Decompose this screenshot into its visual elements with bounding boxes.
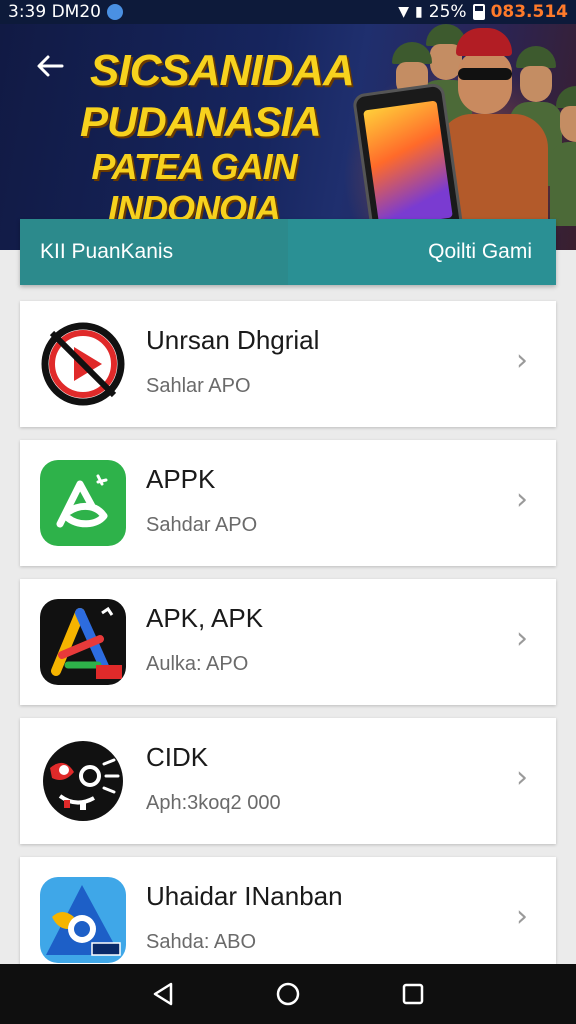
app-subtitle: Sahda: ABO: [146, 931, 257, 953]
nav-back-button[interactable]: [143, 974, 183, 1014]
list-item[interactable]: APK, APK Aulka: APO ›: [20, 579, 556, 705]
arrow-left-icon: [37, 55, 64, 77]
status-counter: 083.514: [490, 2, 568, 22]
chevron-right-icon: ›: [516, 760, 528, 795]
tab-right[interactable]: Qoilti Gami: [288, 219, 556, 285]
list-item[interactable]: Unrsan Dhgrial Sahlar APO ›: [20, 301, 556, 427]
tab-header: KII PuanKanis Qoilti Gami: [20, 219, 556, 285]
multicolor-a-icon: [40, 599, 126, 685]
list-item[interactable]: CIDK Aph:3koq2 000 ›: [20, 718, 556, 844]
mask-icon: [40, 738, 126, 824]
nav-recents-button[interactable]: [393, 974, 433, 1014]
app-title: Uhaidar INanban: [146, 881, 343, 911]
blue-circle-icon: [40, 877, 126, 963]
square-recents-icon: [403, 983, 424, 1005]
back-button[interactable]: [30, 46, 70, 86]
triangle-back-icon: [153, 982, 172, 1006]
app-subtitle: Sahdar APO: [146, 514, 258, 536]
notification-icon: [106, 4, 123, 20]
app-title: APPK: [146, 464, 216, 494]
list-item[interactable]: APPK Sahdar APO ›: [20, 440, 556, 566]
battery-icon: [472, 4, 485, 20]
status-time: 3:39 DM20: [8, 2, 101, 22]
chevron-right-icon: ›: [516, 621, 528, 656]
status-left: 3:39 DM20: [8, 2, 123, 22]
wifi-icon: ▼: [398, 4, 410, 20]
tab-left[interactable]: KII PuanKanis: [20, 219, 288, 285]
system-nav-bar: [0, 964, 576, 1024]
banner-headline-2: PUDANASIA: [80, 98, 322, 145]
app-title: Unrsan Dhgrial: [146, 325, 320, 355]
status-right: ▼ ▮ 25% 083.514: [398, 2, 568, 22]
app-subtitle: Sahlar APO: [146, 375, 251, 397]
chevron-right-icon: ›: [516, 899, 528, 934]
banner-headline-3: PATEA GAIN INDONOIA: [91, 146, 297, 229]
chevron-right-icon: ›: [516, 482, 528, 517]
circle-home-icon: [276, 982, 300, 1006]
app-title: APK, APK: [146, 603, 264, 633]
app-title: CIDK: [146, 742, 209, 772]
app-subtitle: Aulka: APO: [146, 653, 249, 675]
status-bar: 3:39 DM20 ▼ ▮ 25% 083.514: [0, 0, 576, 24]
nav-home-button[interactable]: [268, 974, 308, 1014]
red-play-icon: [40, 321, 126, 407]
app-subtitle: Aph:3koq2 000: [146, 792, 281, 814]
battery-percent: 25%: [428, 2, 467, 22]
green-a-icon: [40, 460, 126, 546]
app-list: Unrsan Dhgrial Sahlar APO › APPK Sahdar …: [20, 301, 556, 996]
signal-icon: ▮: [415, 4, 423, 20]
banner-headline-1: SICSANIDAA: [90, 46, 355, 95]
chevron-right-icon: ›: [516, 343, 528, 378]
promo-banner: SICSANIDAA PUDANASIA PATEA GAIN INDONOIA: [0, 24, 576, 250]
